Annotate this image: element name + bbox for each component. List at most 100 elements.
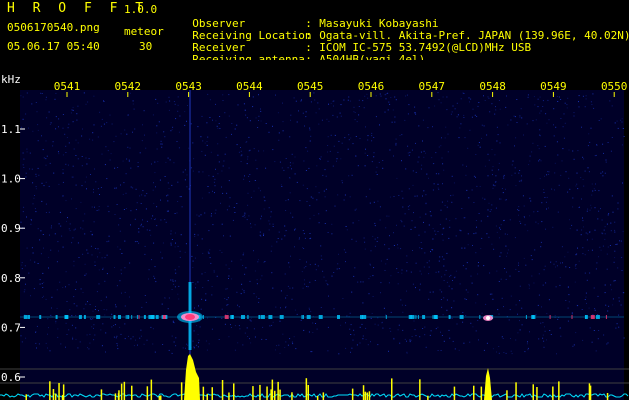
noise-dot [607,310,609,312]
noise-dot [83,308,85,310]
noise-dot [168,297,170,299]
noise-dot [415,335,417,337]
noise-dot [45,164,47,166]
noise-dot [228,115,230,117]
noise-dot [315,112,317,114]
noise-dot [467,244,469,246]
noise-dot [424,231,426,233]
noise-dot [565,171,567,173]
signal-bar [271,379,274,400]
signal-bar [123,381,126,400]
signal-bar [54,393,57,400]
noise-dot [428,298,430,300]
noise-dot [533,96,535,98]
noise-dot [243,103,245,105]
noise-dot [556,353,557,355]
noise-dot [363,237,365,239]
noise-dot [371,135,373,137]
noise-dot [340,115,342,117]
noise-dot [620,304,622,306]
noise-dot [89,333,91,335]
noise-dot [139,195,141,197]
noise-dot [130,338,132,340]
carrier-fragment [260,315,265,319]
signal-bar [228,392,230,400]
noise-dot [441,335,443,336]
noise-dot [511,174,513,176]
noise-dot [365,327,367,329]
noise-dot [349,196,351,198]
noise-dot [22,164,24,166]
noise-dot [507,124,509,126]
noise-dot [350,324,352,326]
noise-dot [54,233,56,235]
noise-dot [585,232,587,234]
noise-dot [540,160,542,162]
noise-dot [115,187,117,189]
noise-dot [71,198,72,200]
noise-dot [505,352,507,354]
noise-dot [591,194,593,196]
noise-dot [546,313,548,315]
noise-dot [440,102,442,104]
noise-dot [22,211,24,213]
noise-dot [34,195,35,196]
noise-dot [260,278,262,280]
noise-dot [407,113,409,115]
noise-dot [220,202,221,204]
noise-dot [230,327,232,328]
noise-dot [124,323,126,325]
noise-dot [447,200,449,202]
noise-dot [491,149,493,150]
noise-dot [460,123,462,125]
noise-dot [139,152,141,154]
noise-dot [162,242,164,244]
noise-dot [411,336,413,337]
noise-dot [486,233,488,235]
noise-dot [40,230,42,232]
noise-dot [573,344,575,346]
carrier-fragment [595,315,600,319]
noise-dot [432,228,434,230]
noise-dot [495,106,496,108]
noise-dot [532,142,534,144]
noise-dot [560,118,562,119]
noise-dot [177,96,179,98]
noise-dot [590,101,592,103]
noise-dot [204,272,206,273]
noise-dot [565,266,567,268]
noise-dot [345,347,347,349]
app-version: 1.0.0 [124,3,158,16]
noise-dot [537,304,539,306]
noise-dot [282,333,284,335]
noise-dot [272,226,274,227]
noise-dot [593,287,595,289]
noise-dot [538,160,540,162]
noise-dot [541,202,543,204]
noise-dot [388,248,390,250]
x-tick-label: 0544 [236,80,263,93]
carrier-fragment [151,315,155,319]
noise-dot [298,110,299,112]
noise-dot [623,337,625,339]
noise-dot [594,308,596,310]
noise-dot [598,256,599,258]
noise-dot [150,326,152,328]
noise-dot [193,346,195,348]
noise-dot [489,272,491,274]
noise-dot [307,286,309,288]
noise-dot [350,137,352,139]
noise-dot [210,151,212,153]
noise-dot [466,262,468,264]
noise-dot [94,309,96,310]
noise-dot [309,140,311,142]
noise-dot [470,275,472,277]
noise-dot [356,344,358,346]
noise-dot [423,156,425,158]
noise-dot [514,116,516,118]
noise-dot [353,334,355,336]
noise-dot [542,334,544,336]
noise-dot [448,329,450,331]
noise-dot [250,223,251,225]
noise-dot [420,168,422,170]
